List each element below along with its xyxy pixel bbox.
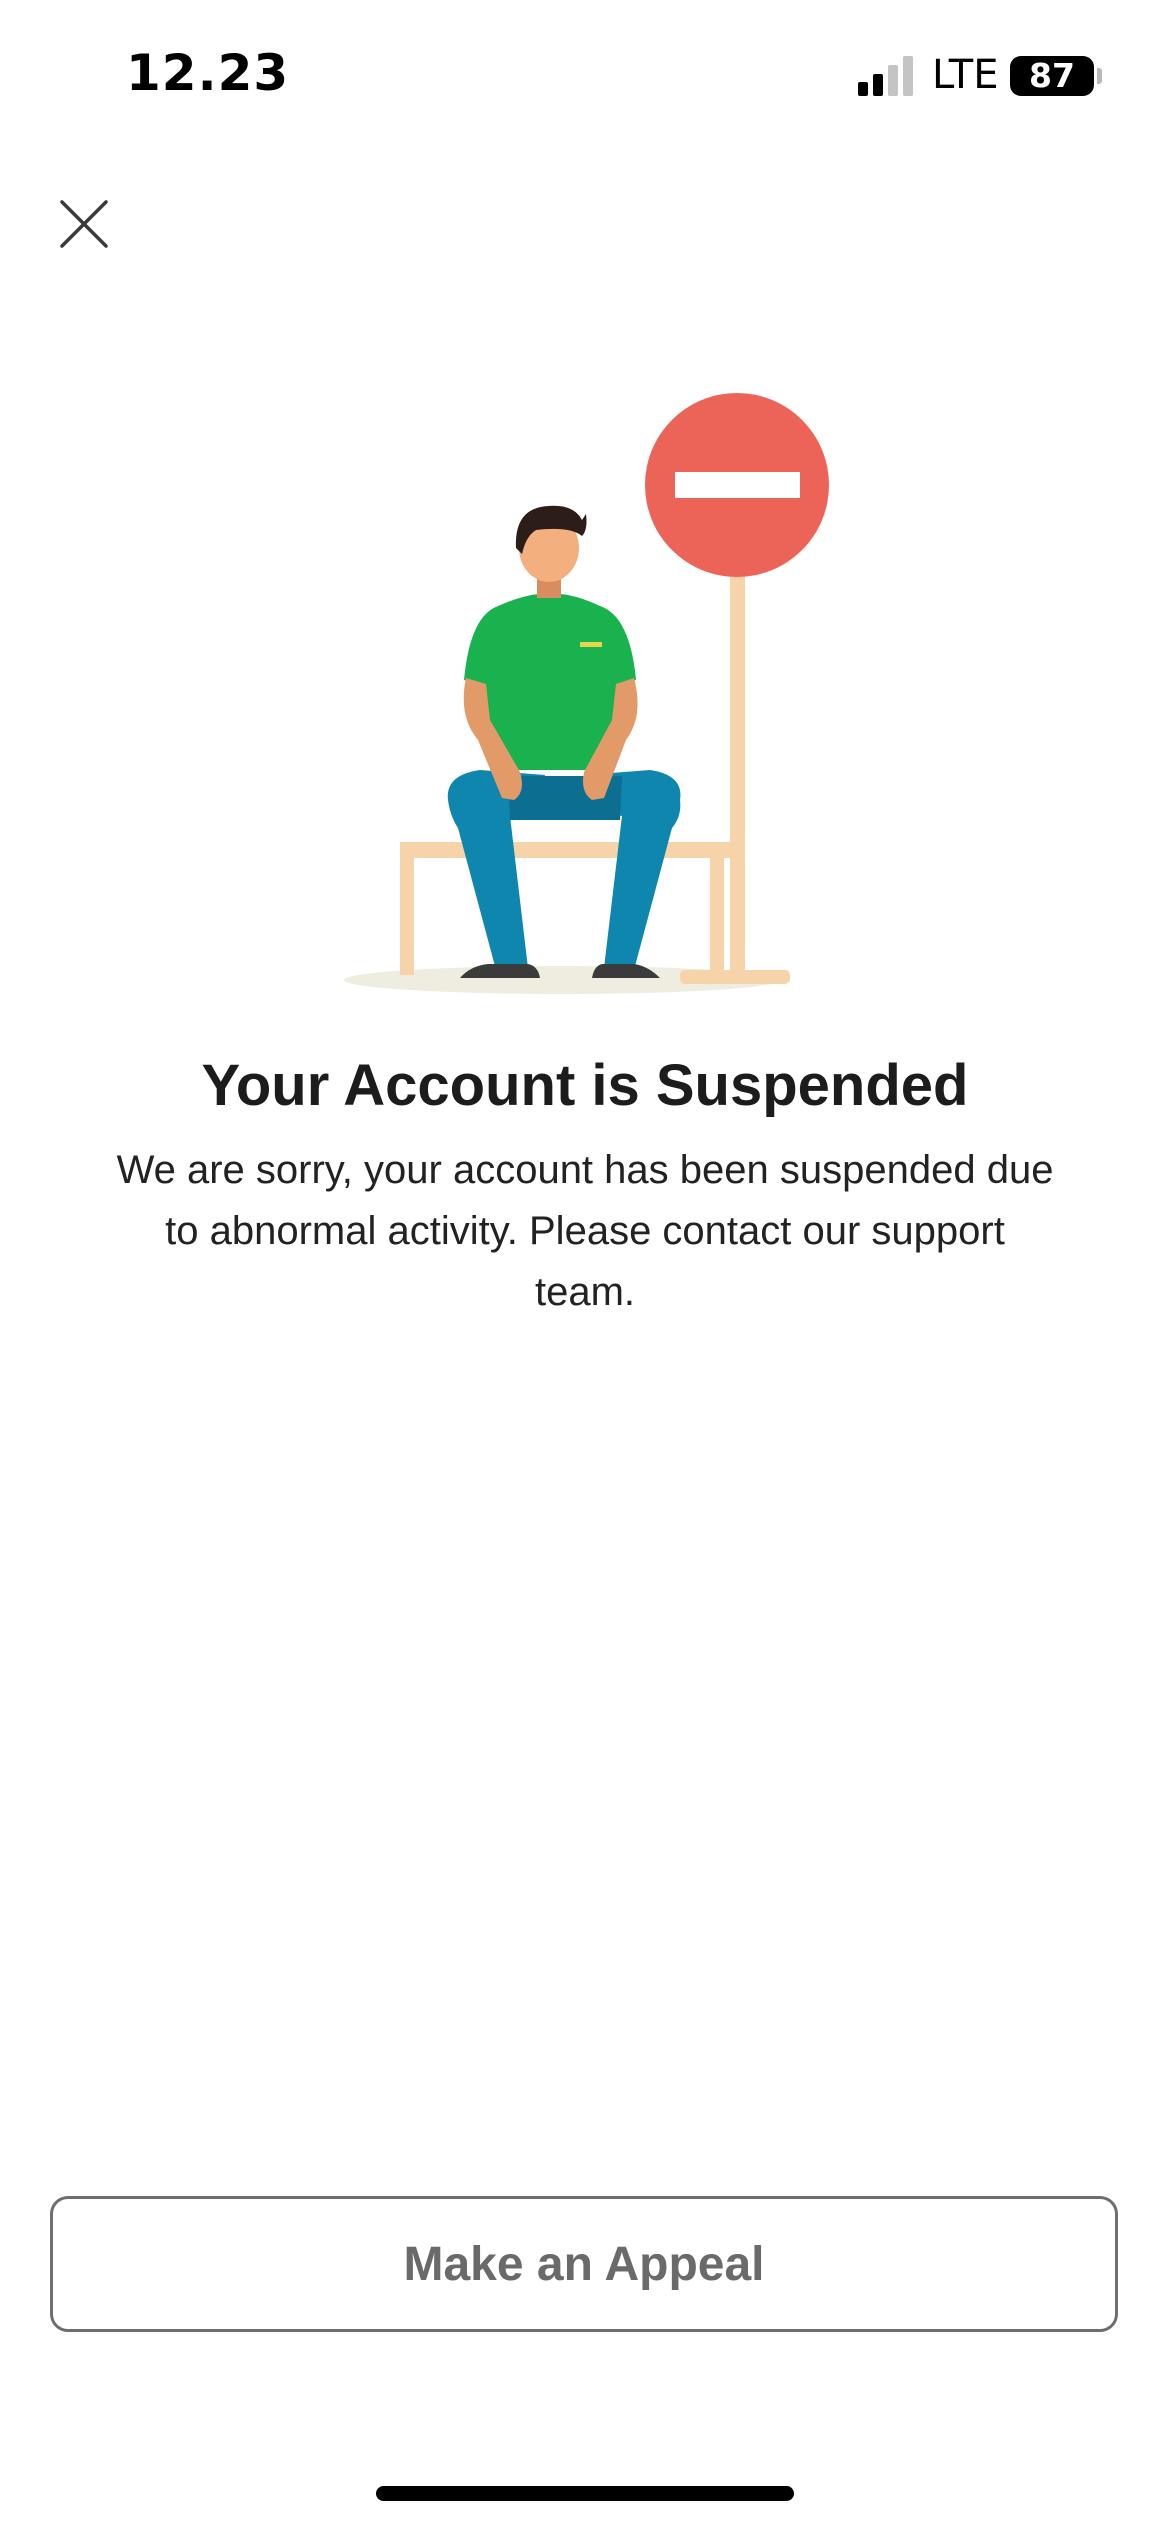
shirt-pocket-mark xyxy=(580,642,602,647)
make-appeal-label: Make an Appeal xyxy=(403,2237,765,2291)
bench-leg-right xyxy=(710,850,724,975)
no-entry-bar xyxy=(675,472,800,498)
bench-leg-left xyxy=(400,850,414,975)
suspension-message: We are sorry, your account has been susp… xyxy=(116,1148,1054,1314)
network-type: LTE xyxy=(932,52,999,98)
home-indicator[interactable] xyxy=(376,2486,794,2501)
battery-level: 87 xyxy=(1029,56,1075,95)
sign-pole xyxy=(730,560,745,980)
battery-icon: 87 xyxy=(1010,56,1094,96)
suspended-illustration xyxy=(344,393,829,994)
make-appeal-button[interactable]: Make an Appeal xyxy=(50,2196,1118,2332)
page-title: Your Account is Suspended xyxy=(201,1053,969,1118)
bench-seat xyxy=(400,842,732,858)
status-time: 12.23 xyxy=(126,44,290,102)
battery-tip xyxy=(1097,68,1102,84)
right-shoe xyxy=(592,964,660,978)
signal-icon xyxy=(858,56,913,96)
close-button[interactable] xyxy=(56,196,112,252)
close-icon xyxy=(60,200,108,248)
left-shoe xyxy=(460,964,540,978)
sign-base xyxy=(680,970,790,984)
status-bar: 12.23 LTE 87 xyxy=(0,0,1170,150)
